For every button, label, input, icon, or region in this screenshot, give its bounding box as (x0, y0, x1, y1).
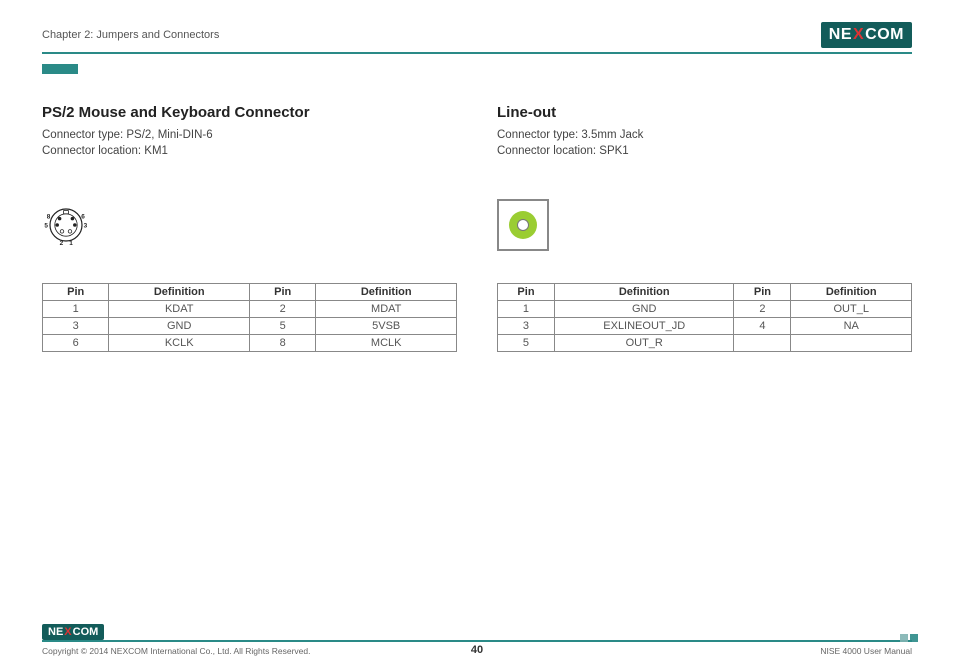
chapter-label: Chapter 2: Jumpers and Connectors (42, 29, 219, 41)
pin-label-1: 1 (69, 240, 73, 247)
th-pin: Pin (498, 284, 555, 301)
cell-def: KDAT (109, 301, 250, 318)
th-pin: Pin (249, 284, 315, 301)
cell-def: 5VSB (316, 318, 457, 335)
lineout-connector-type: Connector type: 3.5mm Jack (497, 127, 912, 143)
footer-brand-logo: NEXCOM (42, 624, 104, 640)
cell-pin: 3 (498, 318, 555, 335)
th-definition: Definition (791, 284, 912, 301)
cell-def: OUT_L (791, 301, 912, 318)
table-row: 3 GND 5 5VSB (43, 318, 457, 335)
manual-name: NISE 4000 User Manual (820, 646, 912, 656)
brand-text-right: COM (73, 626, 99, 638)
footer-line: Copyright © 2014 NEXCOM International Co… (42, 646, 912, 656)
cell-def: GND (554, 301, 734, 318)
table-row: 6 KCLK 8 MCLK (43, 335, 457, 352)
ps2-connector-location: Connector location: KM1 (42, 143, 457, 159)
lineout-column: Line-out Connector type: 3.5mm Jack Conn… (497, 104, 912, 352)
cell-pin: 8 (249, 335, 315, 352)
table-row: 3 EXLINEOUT_JD 4 NA (498, 318, 912, 335)
cell-def: KCLK (109, 335, 250, 352)
cell-pin: 5 (498, 335, 555, 352)
brand-text-x: X (64, 626, 71, 638)
table-row: 1 GND 2 OUT_L (498, 301, 912, 318)
cell-pin: 1 (43, 301, 109, 318)
cell-pin: 3 (43, 318, 109, 335)
page-number: 40 (471, 644, 483, 656)
ps2-pin-table: Pin Definition Pin Definition 1 KDAT 2 M… (42, 283, 457, 352)
brand-text-left: NE (829, 26, 852, 44)
copyright-text: Copyright © 2014 NEXCOM International Co… (42, 646, 310, 656)
jack-ring (509, 211, 537, 239)
cell-def: EXLINEOUT_JD (554, 318, 734, 335)
ps2-diagram: 8 6 5 3 2 1 (42, 197, 457, 253)
ps2-title: PS/2 Mouse and Keyboard Connector (42, 104, 457, 121)
cell-def: MCLK (316, 335, 457, 352)
header-rule (42, 52, 912, 54)
ps2-column: PS/2 Mouse and Keyboard Connector Connec… (42, 104, 457, 352)
page: Chapter 2: Jumpers and Connectors NEXCOM… (0, 0, 954, 672)
table-header-row: Pin Definition Pin Definition (498, 284, 912, 301)
th-pin: Pin (734, 284, 791, 301)
cell-pin: 2 (734, 301, 791, 318)
footer-rule (42, 640, 912, 642)
jack-hole (517, 219, 529, 231)
table-row: 1 KDAT 2 MDAT (43, 301, 457, 318)
footer: NEXCOM Copyright © 2014 NEXCOM Internati… (42, 622, 912, 656)
cell-def: OUT_R (554, 335, 734, 352)
brand-text-left: NE (48, 626, 63, 638)
th-definition: Definition (109, 284, 250, 301)
th-definition: Definition (554, 284, 734, 301)
cell-def: NA (791, 318, 912, 335)
footer-decoration-icon (898, 634, 918, 642)
lineout-title: Line-out (497, 104, 912, 121)
th-definition: Definition (316, 284, 457, 301)
ps2-connector-type: Connector type: PS/2, Mini-DIN-6 (42, 127, 457, 143)
cell-pin (734, 335, 791, 352)
audio-jack-icon (497, 199, 549, 251)
content-columns: PS/2 Mouse and Keyboard Connector Connec… (42, 104, 912, 352)
header-bar: Chapter 2: Jumpers and Connectors NEXCOM (42, 22, 912, 48)
pin-label-5: 5 (44, 223, 48, 230)
brand-text-x: X (853, 26, 864, 44)
table-header-row: Pin Definition Pin Definition (43, 284, 457, 301)
cell-pin: 1 (498, 301, 555, 318)
cell-def (791, 335, 912, 352)
cell-pin: 6 (43, 335, 109, 352)
th-pin: Pin (43, 284, 109, 301)
ps2-connector-icon: 8 6 5 3 2 1 (42, 201, 90, 249)
pin-label-2: 2 (60, 240, 64, 247)
lineout-connector-location: Connector location: SPK1 (497, 143, 912, 159)
pin-label-6: 6 (81, 214, 85, 221)
cell-def: MDAT (316, 301, 457, 318)
cell-def: GND (109, 318, 250, 335)
cell-pin: 4 (734, 318, 791, 335)
cell-pin: 5 (249, 318, 315, 335)
table-row: 5 OUT_R (498, 335, 912, 352)
brand-logo: NEXCOM (821, 22, 912, 48)
pin-label-3: 3 (84, 223, 88, 230)
lineout-pin-table: Pin Definition Pin Definition 1 GND 2 OU… (497, 283, 912, 352)
cell-pin: 2 (249, 301, 315, 318)
section-tab (42, 64, 78, 74)
lineout-diagram (497, 197, 912, 253)
brand-text-right: COM (865, 26, 904, 44)
pin-label-8: 8 (47, 214, 51, 221)
